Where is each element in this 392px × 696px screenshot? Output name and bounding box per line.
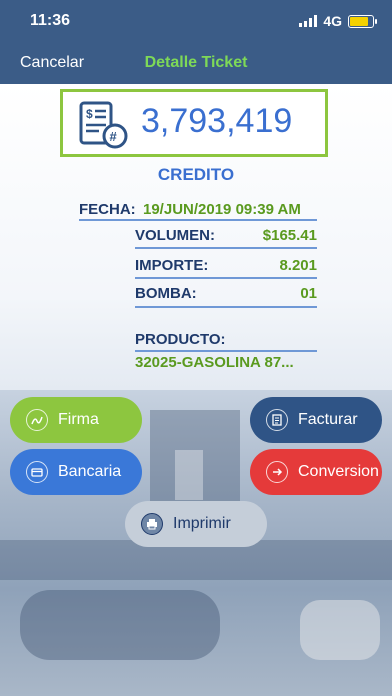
importe-label: IMPORTE: <box>135 257 209 274</box>
conversion-label: Conversion <box>298 463 379 480</box>
status-bar: 11:36 4G <box>0 0 392 42</box>
divider <box>135 350 317 352</box>
bomba-value: 01 <box>300 285 317 302</box>
printer-icon <box>141 513 163 535</box>
signal-icon <box>299 15 318 27</box>
payment-type: CREDITO <box>157 165 235 184</box>
network-label: 4G <box>323 13 342 29</box>
fecha-label: FECHA: <box>79 201 136 218</box>
svg-text:#: # <box>110 129 118 144</box>
svg-text:$: $ <box>86 107 93 121</box>
divider <box>79 219 317 221</box>
imprimir-button[interactable]: Imprimir <box>125 501 267 547</box>
battery-fill <box>350 16 368 26</box>
battery-icon <box>348 14 377 28</box>
firma-label: Firma <box>58 411 99 428</box>
firma-button[interactable]: Firma <box>10 397 142 443</box>
conversion-button[interactable]: Conversion <box>250 449 382 495</box>
producto-label: PRODUCTO: <box>135 331 226 348</box>
bancaria-label: Bancaria <box>58 463 122 480</box>
facturar-button[interactable]: Facturar <box>250 397 382 443</box>
fecha-value: 19/JUN/2019 09:39 AM <box>143 201 301 218</box>
ticket-number: 3,793,419 <box>141 102 293 140</box>
importe-value: 8.201 <box>279 257 317 274</box>
divider <box>135 277 317 279</box>
volumen-label: VOLUMEN: <box>135 227 215 244</box>
invoice-icon <box>266 409 288 431</box>
cancel-button[interactable]: Cancelar <box>20 54 84 72</box>
signature-icon <box>26 409 48 431</box>
bomba-label: BOMBA: <box>135 285 197 302</box>
producto-value: 32025-GASOLINA 87... <box>135 354 294 371</box>
status-indicators: 4G <box>299 13 377 29</box>
arrow-right-icon <box>266 461 288 483</box>
nav-bar: Detalle Ticket Cancelar <box>0 42 392 84</box>
volumen-value: $165.41 <box>262 227 317 244</box>
ticket-icon: $ # <box>79 101 128 149</box>
bancaria-button[interactable]: Bancaria <box>10 449 142 495</box>
status-time: 11:36 <box>30 12 71 29</box>
ticket-number-box: $ # 3,793,419 <box>60 89 328 157</box>
divider <box>135 247 317 249</box>
imprimir-label: Imprimir <box>173 515 231 532</box>
bank-card-icon <box>26 461 48 483</box>
divider <box>135 306 317 308</box>
facturar-label: Facturar <box>298 411 358 428</box>
